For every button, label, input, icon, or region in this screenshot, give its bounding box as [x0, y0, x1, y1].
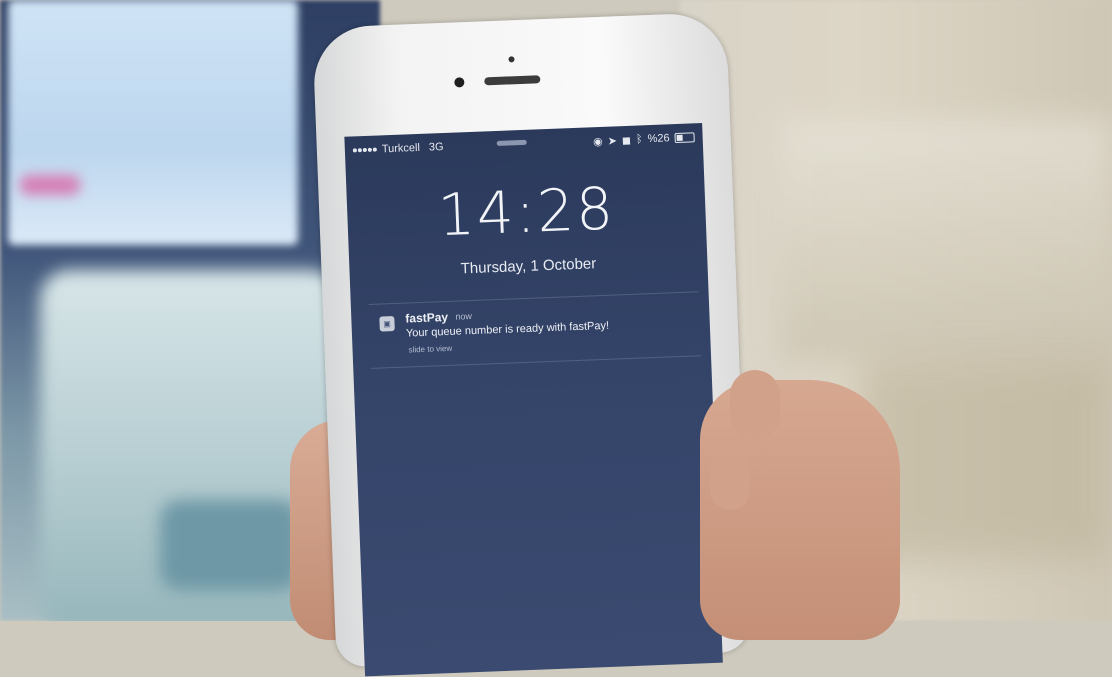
front-camera	[454, 77, 465, 88]
alarm-icon: ◉	[592, 135, 603, 148]
carrier-label: Turkcell	[381, 141, 421, 156]
lock-date: Thursday, 1 October	[460, 255, 597, 278]
battery-icon	[674, 132, 695, 144]
lock-screen[interactable]: Turkcell 3G ◉ ➤ ◼ ᛒ %26 14:28 Thursday, …	[344, 123, 723, 677]
background-pink-blob	[20, 175, 80, 195]
notification-time: now	[455, 311, 473, 322]
background-kiosk-screen	[8, 0, 298, 245]
phone: Turkcell 3G ◉ ➤ ◼ ᛒ %26 14:28 Thursday, …	[312, 12, 751, 677]
network-label: 3G	[428, 140, 444, 154]
right-hand	[700, 370, 900, 640]
notification-hint: slide to view	[408, 343, 453, 355]
notification-app-name: fastPay	[405, 309, 449, 326]
battery-label: %26	[647, 132, 670, 146]
phone-speaker	[484, 75, 541, 86]
lock-clock: 14:28	[436, 174, 617, 250]
signal-icon	[352, 147, 377, 153]
background-shelf	[780, 120, 1112, 360]
location-icon: ➤	[607, 134, 618, 148]
app-icon: ▣	[379, 316, 395, 332]
background-kiosk-panel	[160, 500, 300, 590]
phone-sensor	[508, 56, 515, 63]
notification-card[interactable]: ▣ fastPay now Your queue number is ready…	[375, 298, 701, 362]
lock-icon: ◼	[621, 134, 632, 147]
bluetooth-icon: ᛒ	[635, 133, 643, 146]
